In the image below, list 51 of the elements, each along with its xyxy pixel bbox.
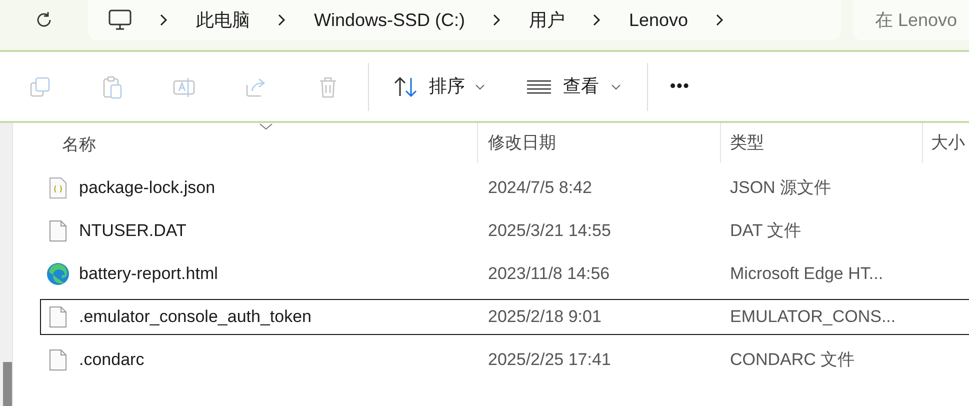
- breadcrumb-item[interactable]: 此电脑: [196, 6, 250, 34]
- chevron-icon: [492, 13, 502, 27]
- breadcrumb-item[interactable]: Windows-SSD (C:): [314, 6, 466, 34]
- more-button[interactable]: •••: [670, 74, 690, 98]
- chevron-icon: [277, 13, 287, 27]
- search-field[interactable]: 在 Lenovo: [853, 0, 969, 40]
- column-header[interactable]: 修改日期: [477, 123, 720, 163]
- file-name: NTUSER.DAT: [79, 220, 186, 242]
- file-type: CONDARC 文件: [729, 349, 856, 372]
- chevron-icon: [715, 13, 726, 27]
- file-icon: [49, 349, 67, 371]
- address-bar[interactable]: 此电脑 Windows-SSD (C:) 用户 Lenovo: [88, 0, 841, 40]
- monitor-icon: [108, 9, 132, 31]
- column-header[interactable]: 大小: [922, 123, 969, 163]
- file-name: .emulator_console_auth_token: [79, 306, 312, 328]
- modified-date: 2025/2/18 9:01: [487, 306, 602, 328]
- column-header[interactable]: 名称: [40, 123, 477, 167]
- breadcrumb-item[interactable]: Lenovo: [629, 6, 688, 34]
- breadcrumb-item[interactable]: 用户: [529, 6, 566, 34]
- modified-date: 2024/7/5 8:42: [487, 177, 593, 200]
- scrollbar-thumb[interactable]: [3, 362, 12, 406]
- chevron-icon: [159, 13, 169, 27]
- file-row[interactable]: battery-report.html 2023/11/8 14:56 Microsoft Edge HT...: [40, 256, 969, 292]
- json-file-icon: [49, 177, 67, 199]
- sort-icon: [393, 76, 419, 98]
- view-button[interactable]: 查看: [527, 73, 621, 100]
- list-icon: [527, 78, 551, 94]
- file-name: battery-report.html: [79, 263, 218, 286]
- caret-icon: [475, 84, 485, 90]
- sort-caret-icon: [259, 123, 273, 131]
- modified-date: 2023/11/8 14:56: [487, 263, 611, 286]
- chevron-icon: [592, 13, 602, 27]
- file-row[interactable]: .condarc 2025/2/25 17:41 CONDARC 文件: [40, 342, 969, 378]
- file-row[interactable]: NTUSER.DAT 2025/3/21 14:55 DAT 文件: [40, 213, 969, 249]
- modified-date: 2025/3/21 14:55: [487, 220, 612, 242]
- file-icon: [49, 220, 67, 242]
- file-type: DAT 文件: [729, 220, 802, 242]
- sort-button[interactable]: 排序: [393, 73, 485, 100]
- file-row[interactable]: package-lock.json 2024/7/5 8:42 JSON 源文件: [40, 170, 969, 206]
- file-type: Microsoft Edge HT...: [729, 263, 884, 286]
- file-icon: [49, 306, 67, 328]
- file-row[interactable]: .emulator_console_auth_token 2025/2/18 9:01 EMULATOR_CONS...: [40, 299, 969, 335]
- file-name: package-lock.json: [79, 177, 216, 200]
- file-name: .condarc: [79, 349, 144, 372]
- modified-date: 2025/2/25 17:41: [487, 349, 612, 372]
- column-header[interactable]: 类型: [720, 123, 922, 163]
- copy-icon: [28, 74, 52, 98]
- caret-icon: [611, 84, 621, 90]
- file-type: JSON 源文件: [729, 177, 832, 200]
- browser-icon: [46, 262, 70, 286]
- file-type: EMULATOR_CONS...: [729, 306, 897, 328]
